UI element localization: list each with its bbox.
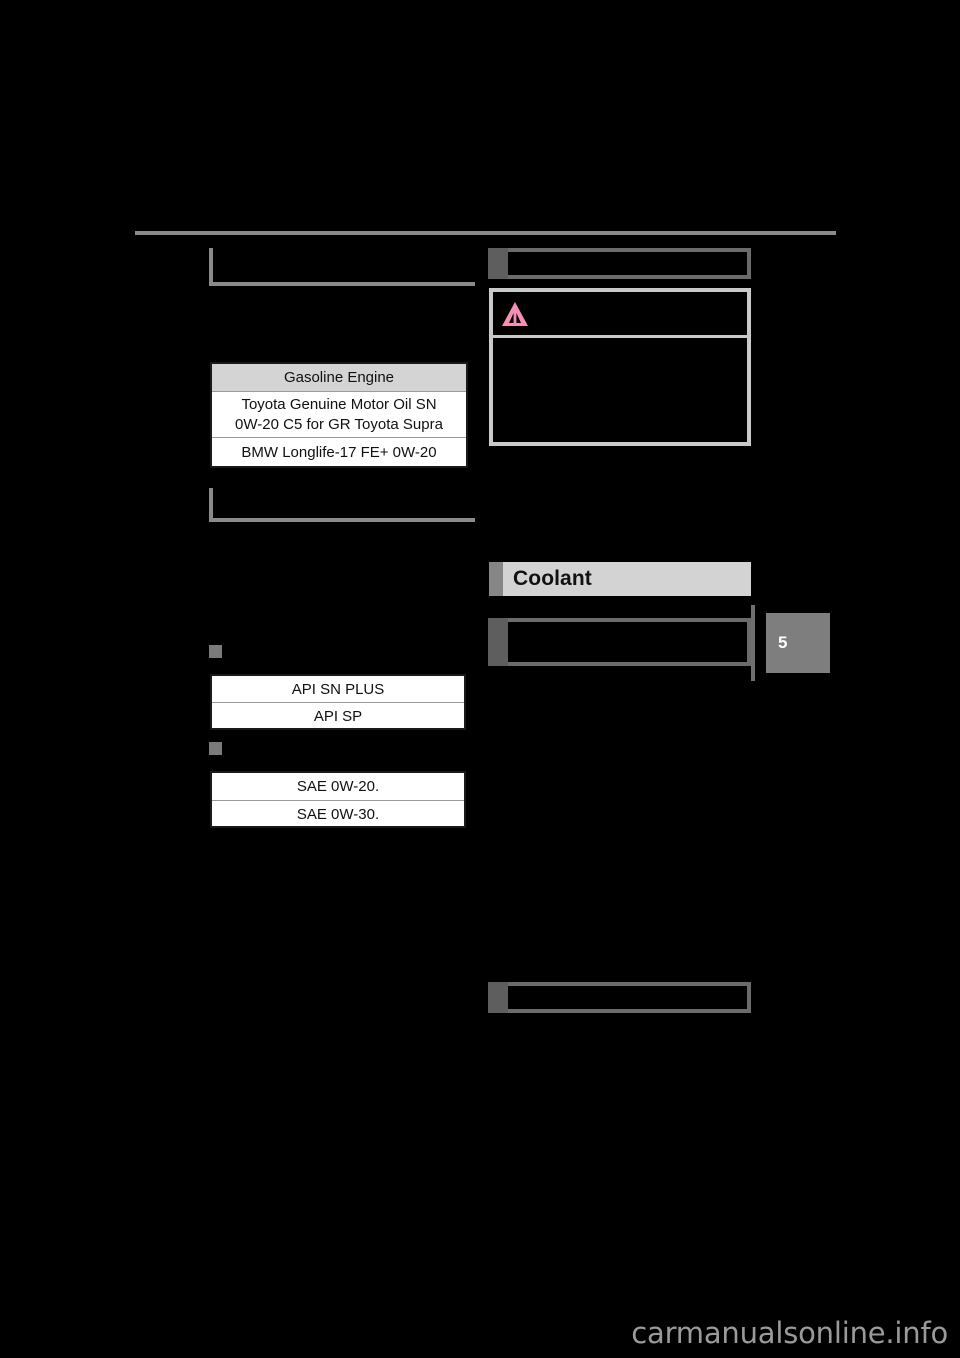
subhead-coolant-type [488, 618, 751, 666]
page-number-tab: 5 [766, 613, 830, 673]
subhead-top-label [508, 248, 751, 279]
page-number-label: 5 [778, 633, 788, 652]
table-row: SAE 0W-20. [212, 773, 464, 801]
table-row: Toyota Genuine Motor Oil SN 0W-20 C5 for… [212, 392, 466, 438]
bracket-lower [209, 488, 475, 522]
warning-box [489, 288, 751, 446]
table-header-gasoline-engine: Gasoline Engine [212, 364, 466, 392]
page-top-rule [135, 231, 836, 235]
table-row: SAE 0W-30. [296, 806, 380, 823]
bracket-upper [209, 248, 475, 286]
grade-marker-api-icon [209, 645, 222, 658]
oil-row-line-2: 0W-20 C5 for GR Toyota Supra [235, 415, 443, 433]
section-heading-coolant: Coolant [489, 562, 751, 596]
table-row: API SN PLUS [212, 676, 464, 703]
api-grade-table: API SN PLUS API SP [210, 674, 466, 730]
sae-viscosity-table: SAE 0W-20. SAE 0W-30. [210, 771, 466, 828]
subhead-coolant-type-label [508, 618, 751, 666]
subhead-bottom [488, 982, 751, 1013]
grade-marker-sae-icon [209, 742, 222, 755]
warning-triangle-icon [502, 301, 528, 326]
oil-specification-table: Gasoline Engine Toyota Genuine Motor Oil… [210, 362, 468, 468]
page-tab-rule [751, 605, 755, 681]
table-row: BMW Longlife-17 FE+ 0W-20 [241, 443, 437, 461]
manual-page: Gasoline Engine Toyota Genuine Motor Oil… [0, 0, 960, 1358]
subhead-tab-icon [488, 248, 508, 279]
section-heading-label: Coolant [513, 567, 592, 590]
site-watermark: carmanualsonline.info [631, 1316, 948, 1350]
subhead-tab-icon [488, 982, 508, 1013]
warning-box-body [493, 338, 747, 438]
warning-box-title-row [493, 292, 747, 338]
section-heading-bar: Coolant [503, 562, 751, 596]
oil-row-line-1: Toyota Genuine Motor Oil SN [241, 395, 437, 413]
subhead-top [488, 248, 751, 279]
table-row: API SP [313, 708, 363, 725]
subhead-bottom-label [508, 982, 751, 1013]
section-heading-tab-icon [489, 562, 503, 596]
subhead-tab-icon [488, 618, 508, 666]
